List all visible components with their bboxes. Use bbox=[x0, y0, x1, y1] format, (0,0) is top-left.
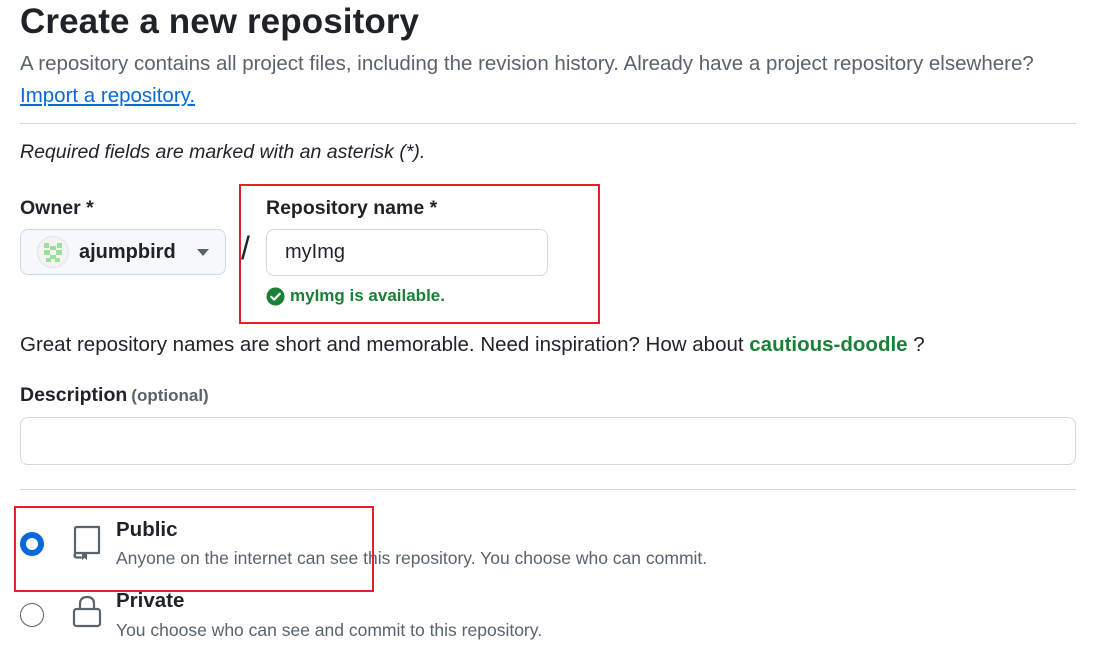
optional-note: (optional) bbox=[131, 386, 209, 405]
public-option-highlight bbox=[14, 506, 374, 592]
import-repository-link[interactable]: Import a repository. bbox=[20, 84, 195, 108]
name-hint-suffix: ? bbox=[907, 333, 925, 356]
repository-name-highlight bbox=[239, 184, 600, 324]
page-title: Create a new repository bbox=[20, 2, 420, 41]
divider bbox=[20, 489, 1076, 490]
required-fields-note: Required fields are marked with an aster… bbox=[20, 141, 426, 163]
private-label: Private bbox=[116, 589, 185, 612]
private-description: You choose who can see and commit to thi… bbox=[116, 620, 543, 640]
name-hint: Great repository names are short and mem… bbox=[20, 333, 925, 357]
page-subtitle: A repository contains all project files,… bbox=[20, 52, 1034, 75]
description-label-row: Description (optional) bbox=[20, 384, 209, 407]
suggested-name[interactable]: cautious-doodle bbox=[749, 333, 907, 356]
caret-down-icon bbox=[197, 249, 209, 256]
description-input[interactable] bbox=[20, 417, 1076, 465]
divider bbox=[20, 123, 1076, 124]
owner-label: Owner * bbox=[20, 197, 94, 219]
identicon-avatar bbox=[37, 236, 69, 268]
owner-dropdown[interactable]: ajumpbird bbox=[20, 229, 226, 275]
name-hint-text: Great repository names are short and mem… bbox=[20, 333, 750, 356]
lock-icon bbox=[71, 595, 103, 634]
description-label: Description bbox=[20, 384, 128, 406]
owner-name: ajumpbird bbox=[79, 240, 176, 263]
private-radio[interactable] bbox=[20, 603, 44, 627]
